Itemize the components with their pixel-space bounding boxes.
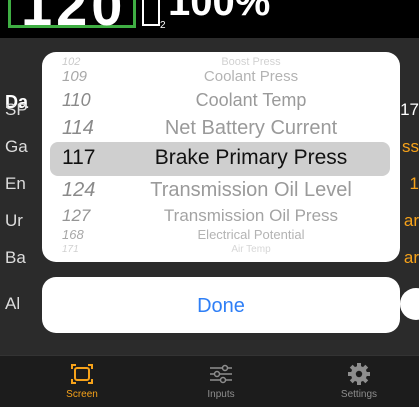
picker-option[interactable]: 114 Net Battery Current — [42, 117, 400, 141]
option-number: 114 — [62, 117, 94, 139]
option-name: Net Battery Current — [164, 117, 338, 139]
option-name: Transmission Oil Press — [163, 206, 339, 225]
option-number: 168 — [62, 227, 84, 242]
row-value: ss — [402, 137, 419, 156]
row-label: SP — [5, 100, 28, 119]
tab-inputs[interactable]: Inputs — [171, 356, 271, 407]
row-value: 17 — [400, 100, 419, 119]
option-name: Coolant Press — [203, 68, 299, 85]
tab-label: Inputs — [207, 389, 235, 400]
row-label: En — [5, 174, 26, 193]
row-label: Ga — [5, 137, 28, 156]
screen-icon — [71, 364, 93, 384]
tab-label: Settings — [340, 389, 378, 400]
row-label: Ur — [5, 211, 23, 230]
percent-bracket — [142, 0, 160, 26]
tab-screen[interactable]: Screen — [32, 356, 132, 407]
gear-icon — [348, 363, 370, 385]
tab-bar: Screen Inputs Settings — [0, 355, 419, 407]
option-number: 110 — [62, 90, 91, 110]
selected-name: Brake Primary Press — [154, 146, 348, 169]
option-number: 171 — [62, 244, 79, 255]
option-name: Boost Press — [221, 56, 281, 68]
picker-option[interactable]: 124 Transmission Oil Level — [42, 179, 400, 203]
selected-number: 117 — [62, 146, 96, 169]
option-number: 127 — [62, 206, 91, 225]
option-name: Transmission Oil Level — [150, 179, 352, 201]
picker-selected-option[interactable]: 117 Brake Primary Press — [50, 142, 390, 176]
gauge-strip: 120 2 100% — [0, 0, 419, 38]
picker-option[interactable]: 127 Transmission Oil Press — [42, 206, 400, 226]
picker-option[interactable]: 110 Coolant Temp — [42, 90, 400, 112]
gauge-percent: 100% — [168, 0, 271, 24]
digital-gauge: 120 — [8, 0, 136, 37]
row-label: Ba — [5, 248, 26, 267]
row-value: ar — [403, 248, 419, 267]
done-button[interactable]: Done — [42, 277, 400, 333]
picker-option[interactable]: 171 Air Temp — [42, 244, 400, 256]
tab-label: Screen — [66, 389, 98, 400]
option-name: Electrical Potential — [197, 227, 305, 242]
option-number: 124 — [62, 179, 96, 201]
picker-option[interactable]: 102 Boost Press — [42, 56, 400, 68]
gauge-value: 120 — [21, 0, 127, 37]
picker-wheel[interactable]: 102 Boost Press 109 Coolant Press 110 Co… — [42, 52, 400, 262]
option-number: 109 — [62, 68, 88, 85]
option-number: 102 — [62, 56, 81, 68]
picker-option[interactable]: 168 Electrical Potential — [42, 227, 400, 243]
row-value: 1 — [409, 174, 419, 193]
row-value: ar — [403, 211, 419, 230]
picker-option[interactable]: 109 Coolant Press — [42, 68, 400, 86]
option-name: Air Temp — [231, 244, 271, 255]
row-label: Al — [5, 294, 21, 313]
gauge-subscript: 2 — [160, 20, 166, 31]
tab-settings[interactable]: Settings — [309, 356, 409, 407]
sliders-icon — [210, 364, 232, 384]
option-name: Coolant Temp — [195, 90, 307, 110]
done-label: Done — [197, 295, 245, 317]
